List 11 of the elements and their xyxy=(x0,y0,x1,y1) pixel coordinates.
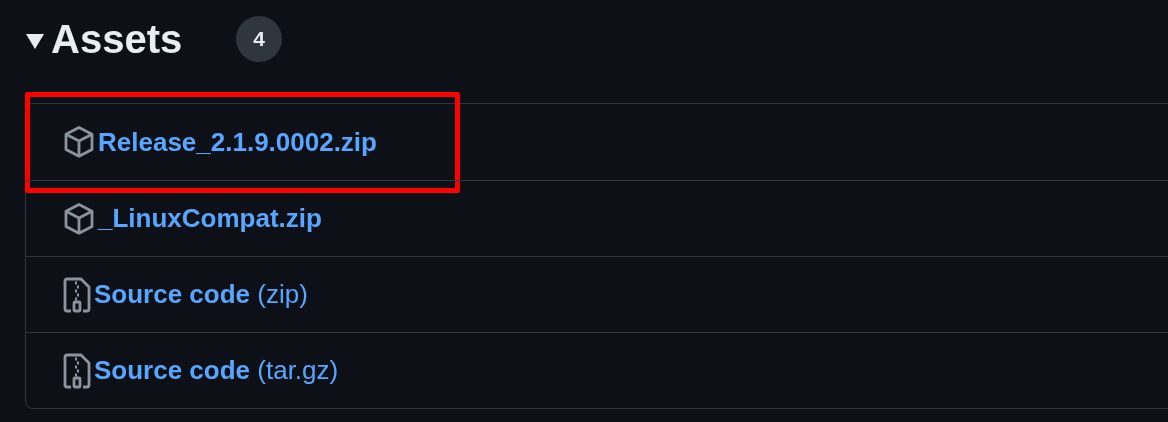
file-zip-icon xyxy=(63,352,91,389)
package-icon xyxy=(63,201,95,236)
file-zip-icon xyxy=(63,276,91,313)
count-badge: 4 xyxy=(236,16,283,62)
package-icon xyxy=(63,125,95,159)
section-title: Assets xyxy=(51,19,183,59)
caret-icon[interactable] xyxy=(25,32,45,50)
asset-link[interactable]: Release_2.1.9.0002.zip xyxy=(98,122,377,162)
asset-link[interactable]: Source code (zip) xyxy=(94,275,308,314)
asset-link[interactable]: Source code (tar.gz) xyxy=(94,351,339,390)
asset-link[interactable]: _LinuxCompat.zip xyxy=(98,199,322,238)
